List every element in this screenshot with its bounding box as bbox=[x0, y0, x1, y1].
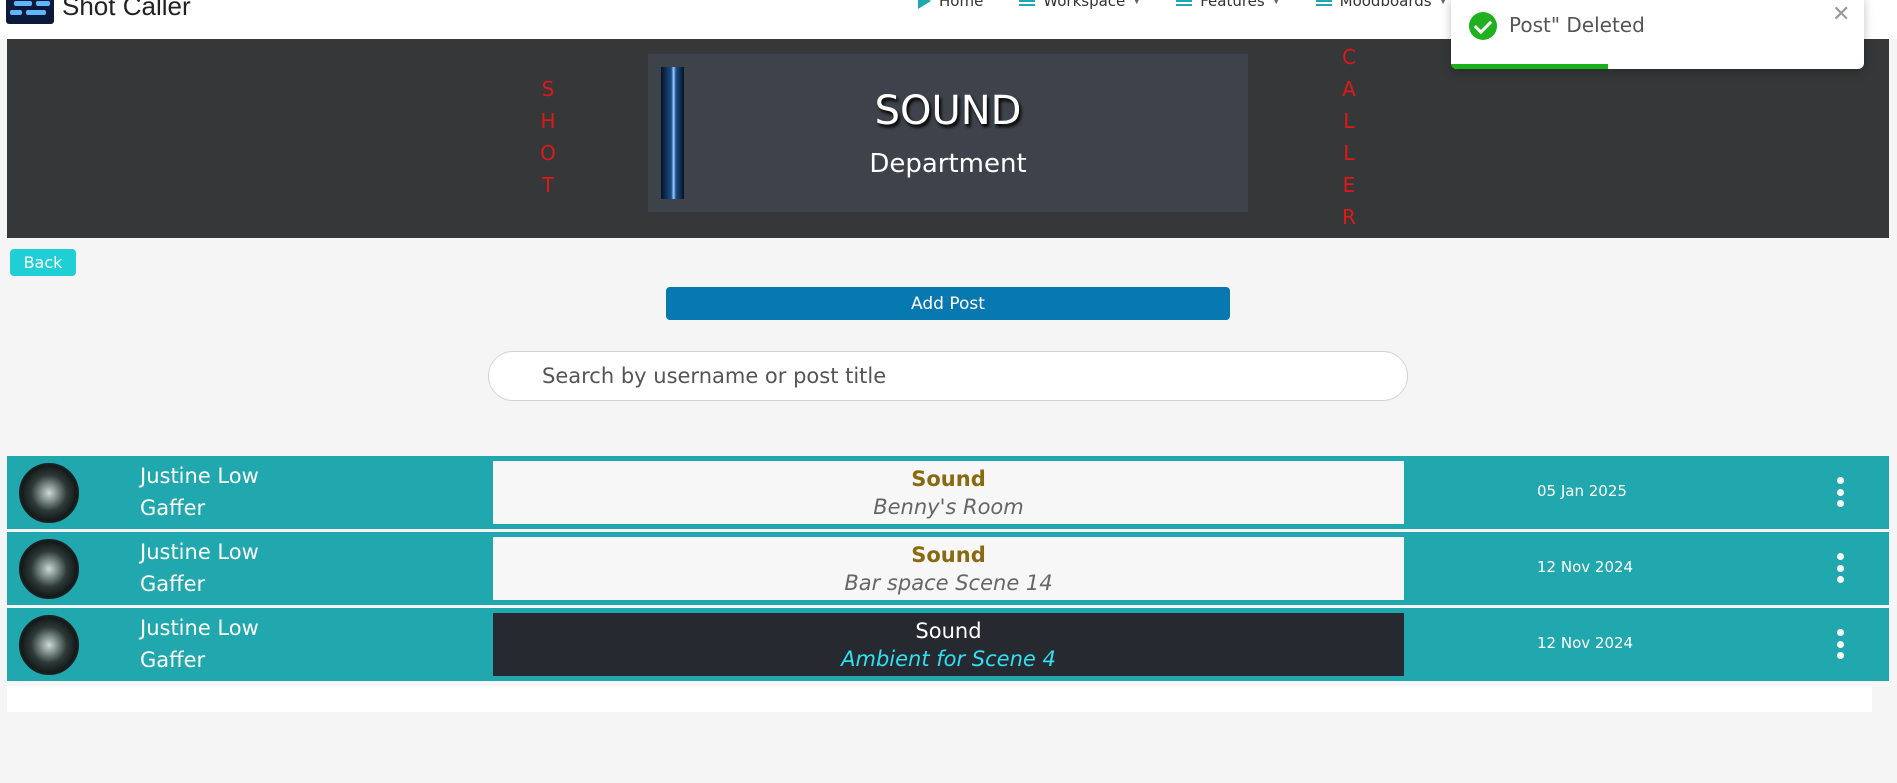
department-title: SOUND bbox=[874, 88, 1022, 134]
menu-icon bbox=[1176, 0, 1193, 6]
check-circle-icon bbox=[1469, 12, 1497, 40]
toast-message: Post" Deleted bbox=[1509, 13, 1645, 37]
post-list-footer bbox=[7, 686, 1872, 712]
nav-item-home[interactable]: Home bbox=[918, 0, 983, 10]
post-subtitle: Bar space Scene 14 bbox=[844, 571, 1053, 595]
menu-icon bbox=[1019, 0, 1036, 6]
main-nav: Home Workspace ▼ Features ▼ Moodboards ▼ bbox=[918, 0, 1447, 10]
post-row[interactable]: Justine Low Gaffer Sound Bar space Scene… bbox=[7, 532, 1889, 605]
nav-item-workspace[interactable]: Workspace ▼ bbox=[1019, 0, 1140, 10]
post-username: Justine Low bbox=[140, 464, 259, 488]
back-button[interactable]: Back bbox=[10, 249, 76, 276]
nav-item-label: Workspace bbox=[1043, 0, 1126, 10]
post-date: 12 Nov 2024 bbox=[1537, 634, 1634, 652]
post-user-role: Gaffer bbox=[140, 648, 206, 672]
department-subtitle: Department bbox=[869, 149, 1027, 179]
post-subtitle: Ambient for Scene 4 bbox=[841, 647, 1056, 671]
post-user-role: Gaffer bbox=[140, 496, 206, 520]
search-placeholder: Search by username or post title bbox=[542, 364, 887, 388]
post-content[interactable]: Sound Benny's Room bbox=[493, 461, 1404, 524]
add-post-button[interactable]: Add Post bbox=[666, 287, 1230, 320]
close-icon[interactable]: ✕ bbox=[1832, 2, 1850, 27]
post-date: 05 Jan 2025 bbox=[1537, 482, 1627, 500]
toast-progress-bar bbox=[1451, 64, 1608, 69]
post-row[interactable]: Justine Low Gaffer Sound Benny's Room 05… bbox=[7, 456, 1889, 529]
post-username: Justine Low bbox=[140, 540, 259, 564]
nav-item-label: Home bbox=[939, 0, 984, 10]
nav-item-label: Features bbox=[1200, 0, 1265, 10]
banner-vertical-caller: CALLER bbox=[1342, 45, 1356, 229]
menu-icon bbox=[1315, 0, 1332, 6]
post-username: Justine Low bbox=[140, 616, 259, 640]
post-title: Sound bbox=[915, 619, 982, 643]
avatar bbox=[19, 463, 79, 523]
more-options-icon[interactable] bbox=[1836, 477, 1844, 507]
post-content[interactable]: Sound Ambient for Scene 4 bbox=[493, 613, 1404, 676]
post-user-role: Gaffer bbox=[140, 572, 206, 596]
play-icon bbox=[918, 0, 931, 9]
nav-item-features[interactable]: Features ▼ bbox=[1176, 0, 1280, 10]
post-subtitle: Benny's Room bbox=[873, 495, 1024, 519]
app-logo bbox=[6, 0, 54, 24]
brand-name: Shot Caller bbox=[62, 0, 191, 21]
chevron-down-icon: ▼ bbox=[1439, 0, 1447, 6]
toast-notification: Post" Deleted ✕ bbox=[1451, 0, 1864, 69]
chevron-down-icon: ▼ bbox=[1272, 0, 1280, 6]
post-title: Sound bbox=[911, 467, 986, 491]
avatar bbox=[19, 615, 79, 675]
post-row[interactable]: Justine Low Gaffer Sound Ambient for Sce… bbox=[7, 608, 1889, 681]
nav-item-moodboards[interactable]: Moodboards ▼ bbox=[1315, 0, 1447, 10]
post-title: Sound bbox=[911, 543, 986, 567]
more-options-icon[interactable] bbox=[1836, 553, 1844, 583]
post-date: 12 Nov 2024 bbox=[1537, 558, 1634, 576]
avatar bbox=[19, 539, 79, 599]
department-card: SOUND Department bbox=[648, 54, 1248, 212]
post-content[interactable]: Sound Bar space Scene 14 bbox=[493, 537, 1404, 600]
nav-item-label: Moodboards bbox=[1339, 0, 1432, 10]
chevron-down-icon: ▼ bbox=[1133, 0, 1141, 6]
more-options-icon[interactable] bbox=[1836, 629, 1844, 659]
search-input[interactable]: Search by username or post title bbox=[488, 351, 1408, 401]
banner-vertical-shot: SHOT bbox=[540, 77, 556, 197]
brand-link[interactable]: Shot Caller bbox=[6, 0, 191, 26]
